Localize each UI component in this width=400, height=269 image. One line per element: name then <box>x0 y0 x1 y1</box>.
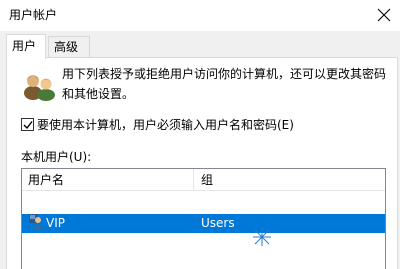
require-login-label[interactable]: 要使用本计算机，用户必须输入用户名和密码(E) <box>37 116 294 133</box>
local-users-label: 本机用户(U): <box>21 150 92 164</box>
row-username: VIP <box>46 216 65 230</box>
loading-cursor-icon <box>253 228 271 246</box>
users-group-icon <box>24 75 55 101</box>
table-row[interactable]: VIP Users <box>22 214 385 233</box>
list-header: 用户名 组 <box>22 169 385 191</box>
close-button[interactable] <box>368 0 400 30</box>
tab-users-label: 用户 <box>12 39 37 53</box>
tab-advanced[interactable]: 高级 <box>48 36 90 58</box>
users-tab-panel: 用下列表授予或拒绝用户访问你的计算机，还可以更改其密码和其他设置。 要使用本计算… <box>6 57 398 269</box>
tab-advanced-label: 高级 <box>54 40 79 54</box>
user-account-icon <box>29 214 43 229</box>
users-list[interactable]: 用户名 组 VIP Users <box>21 168 386 269</box>
title-bar: 用户帐户 <box>0 0 400 31</box>
dialog-body: 用户 高级 用下列表授予或拒绝用户访问你的计算机，还可以更改其密码和其他设置。 … <box>0 31 400 269</box>
window-title: 用户帐户 <box>9 8 58 22</box>
row-group: Users <box>201 216 235 230</box>
require-login-checkbox[interactable] <box>21 118 34 131</box>
tab-users[interactable]: 用户 <box>6 34 46 59</box>
intro-text: 用下列表授予或拒绝用户访问你的计算机，还可以更改其密码和其他设置。 <box>62 67 387 101</box>
close-icon <box>377 8 391 22</box>
column-header-group[interactable]: 组 <box>195 169 385 191</box>
column-header-username[interactable]: 用户名 <box>22 169 194 191</box>
checkmark-icon <box>23 121 33 130</box>
